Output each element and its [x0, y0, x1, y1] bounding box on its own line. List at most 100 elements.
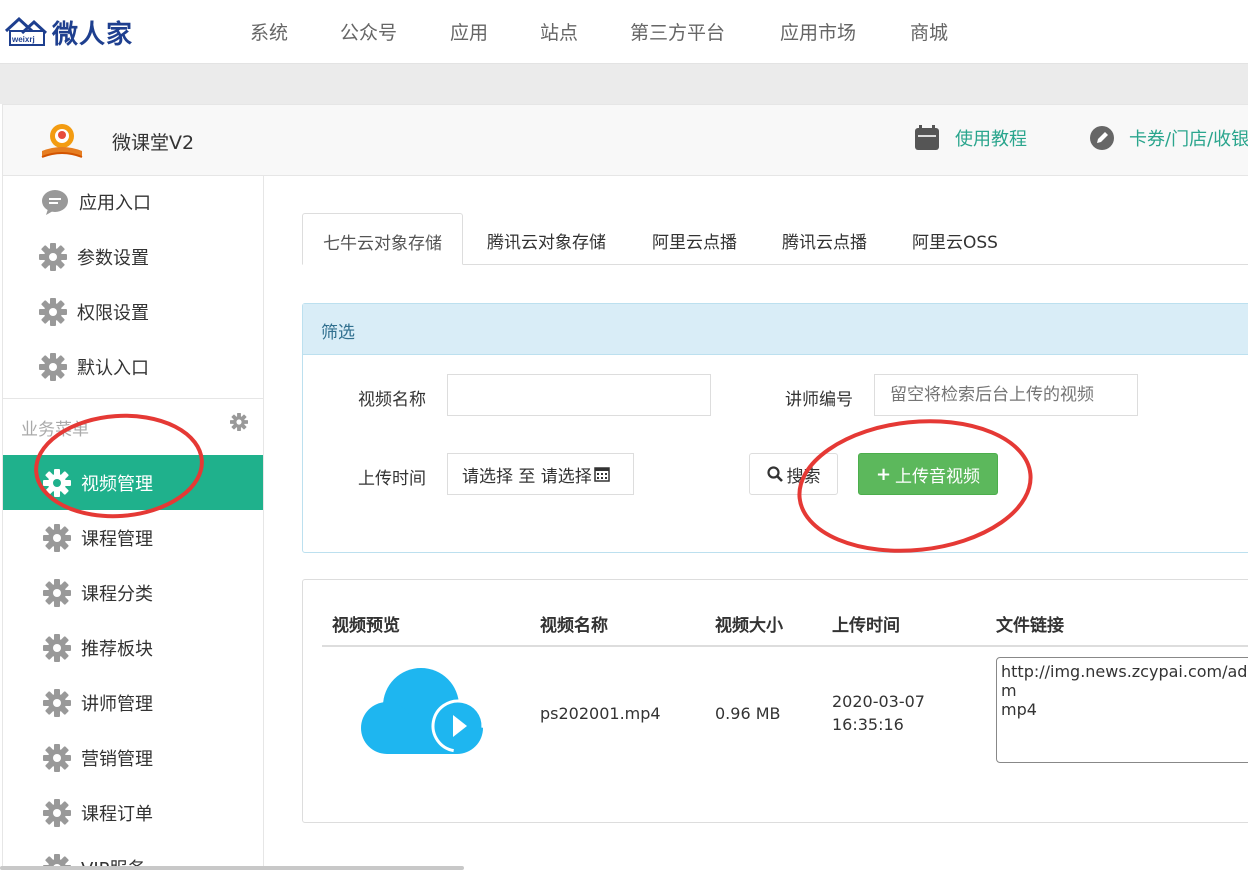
gear-icon	[43, 688, 71, 717]
sidebar-item-label: 应用入口	[79, 192, 151, 214]
sidebar-item-default-entry[interactable]: 默认入口	[3, 339, 263, 394]
sidebar: 应用入口 参数设置 权限设置 默认入口 业务菜单 视频管理 课程管理 课程分类 …	[2, 176, 264, 870]
header-divider	[322, 645, 1248, 647]
brand-logo[interactable]: weixrj 微人家	[4, 12, 133, 52]
sidebar-item-video-management[interactable]: 视频管理	[3, 455, 263, 510]
sidebar-item-label: 参数设置	[77, 247, 149, 269]
filter-header: 筛选	[303, 304, 1248, 355]
main-content: 七牛云对象存储 腾讯云对象存储 阿里云点播 腾讯云点播 阿里云OSS 筛选 视频…	[264, 176, 1248, 870]
coupon-store-label: 卡券/门店/收银	[1129, 129, 1248, 150]
search-icon	[766, 466, 783, 482]
video-name-input[interactable]	[447, 374, 711, 416]
gear-icon	[39, 242, 67, 271]
storage-tabs: 七牛云对象存储 腾讯云对象存储 阿里云点播 腾讯云点播 阿里云OSS	[302, 213, 1248, 265]
date-range-picker[interactable]: 请选择 至 请选择	[447, 453, 634, 495]
nav-item-official-account[interactable]: 公众号	[340, 18, 397, 45]
video-cloud-icon[interactable]	[357, 662, 487, 762]
sidebar-item-course-orders[interactable]: 课程订单	[3, 785, 263, 840]
nav-item-third-party[interactable]: 第三方平台	[630, 18, 725, 45]
tab-tencent-vod[interactable]: 腾讯云点播	[762, 213, 887, 265]
sidebar-item-label: 课程分类	[81, 583, 153, 605]
column-header-name: 视频名称	[540, 616, 608, 636]
sidebar-item-recommend-block[interactable]: 推荐板块	[3, 620, 263, 675]
brand-mark-text: weixrj	[11, 35, 35, 44]
gear-icon	[43, 523, 71, 552]
horizontal-scrollbar[interactable]	[0, 866, 464, 870]
video-name-label: 视频名称	[358, 390, 426, 410]
search-label: 搜索	[786, 466, 821, 487]
tab-label: 阿里云OSS	[912, 233, 998, 253]
edit-icon	[1089, 125, 1115, 151]
house-logo-icon: weixrj	[4, 15, 50, 49]
sidebar-item-label: 推荐板块	[81, 638, 153, 660]
menu-settings-icon[interactable]	[230, 413, 248, 431]
top-navbar: weixrj 微人家 系统 公众号 应用 站点 第三方平台 应用市场 商城	[0, 0, 1248, 64]
column-header-preview: 视频预览	[332, 616, 400, 636]
sidebar-item-label: 讲师管理	[81, 693, 153, 715]
sidebar-item-course-management[interactable]: 课程管理	[3, 510, 263, 565]
sidebar-item-course-category[interactable]: 课程分类	[3, 565, 263, 620]
sidebar-item-label: 课程订单	[81, 803, 153, 825]
plus-icon: +	[875, 463, 892, 485]
spacer-bar	[0, 64, 1248, 104]
teacher-id-input[interactable]	[874, 374, 1138, 416]
upload-time-label: 上传时间	[358, 469, 426, 489]
sidebar-item-teacher-management[interactable]: 讲师管理	[3, 675, 263, 730]
nav-item-mall[interactable]: 商城	[910, 18, 948, 45]
video-name-cell: ps202001.mp4	[540, 704, 661, 723]
teacher-id-label: 讲师编号	[785, 390, 853, 410]
chat-icon	[41, 188, 69, 216]
tab-aliyun-vod[interactable]: 阿里云点播	[632, 213, 757, 265]
calendar-icon	[594, 466, 610, 482]
video-table: 视频预览 视频名称 视频大小 上传时间 文件链接 ps202001.mp4 0.…	[302, 579, 1248, 823]
business-menu-label: 业务菜单	[21, 420, 89, 440]
column-header-file-link: 文件链接	[996, 616, 1064, 636]
tutorial-link[interactable]: 使用教程	[914, 125, 1027, 151]
sidebar-item-label: 课程管理	[81, 528, 153, 550]
sidebar-item-label: 营销管理	[81, 748, 153, 770]
app-header: 微课堂V2 使用教程 卡券/门店/收银	[2, 104, 1248, 176]
tutorial-label: 使用教程	[955, 129, 1027, 150]
column-header-upload-time: 上传时间	[832, 616, 900, 636]
nav-item-apps[interactable]: 应用	[450, 18, 488, 45]
sidebar-item-label: 默认入口	[77, 357, 149, 379]
sidebar-item-label: 权限设置	[77, 302, 149, 324]
gear-icon	[43, 468, 71, 497]
sidebar-item-label: 视频管理	[81, 473, 153, 495]
gear-icon	[43, 798, 71, 827]
upload-label: 上传音视频	[895, 466, 981, 487]
gear-icon	[43, 633, 71, 662]
business-menu-group: 业务菜单	[3, 398, 263, 454]
upload-time-cell: 16:35:16	[832, 715, 904, 734]
tab-label: 阿里云点播	[652, 233, 737, 253]
app-title: 微课堂V2	[112, 132, 195, 154]
upload-date-cell: 2020-03-07	[832, 692, 925, 711]
calendar-icon	[914, 125, 940, 151]
nav-item-system[interactable]: 系统	[250, 18, 288, 45]
column-header-size: 视频大小	[715, 616, 783, 636]
file-link-textarea[interactable]: http://img.news.zcypai.com/adm mp4	[996, 657, 1248, 763]
sidebar-item-params[interactable]: 参数设置	[3, 229, 263, 284]
brand-name: 微人家	[52, 19, 134, 50]
tab-label: 七牛云对象存储	[323, 234, 442, 254]
video-size-cell: 0.96 MB	[715, 704, 781, 723]
tab-tencent-cos[interactable]: 腾讯云对象存储	[467, 213, 626, 265]
tab-aliyun-oss[interactable]: 阿里云OSS	[892, 213, 1018, 265]
coupon-store-link[interactable]: 卡券/门店/收银	[1089, 125, 1248, 151]
date-range-value: 请选择 至 请选择	[462, 466, 592, 487]
sidebar-item-marketing[interactable]: 营销管理	[3, 730, 263, 785]
tab-label: 腾讯云点播	[782, 233, 867, 253]
filter-panel: 筛选 视频名称 讲师编号 上传时间 请选择 至 请选择 搜索 + 上传音视频	[302, 303, 1248, 553]
gear-icon	[39, 297, 67, 326]
nav-item-app-market[interactable]: 应用市场	[780, 18, 856, 45]
tab-label: 腾讯云对象存储	[487, 233, 606, 253]
sidebar-item-permissions[interactable]: 权限设置	[3, 284, 263, 339]
app-logo-icon	[39, 121, 85, 161]
sidebar-item-app-entry[interactable]: 应用入口	[3, 176, 263, 229]
tab-qiniu[interactable]: 七牛云对象存储	[302, 213, 463, 265]
nav-item-sites[interactable]: 站点	[540, 18, 578, 45]
upload-media-button[interactable]: + 上传音视频	[858, 453, 998, 495]
gear-icon	[43, 578, 71, 607]
search-button[interactable]: 搜索	[749, 453, 838, 495]
gear-icon	[43, 743, 71, 772]
